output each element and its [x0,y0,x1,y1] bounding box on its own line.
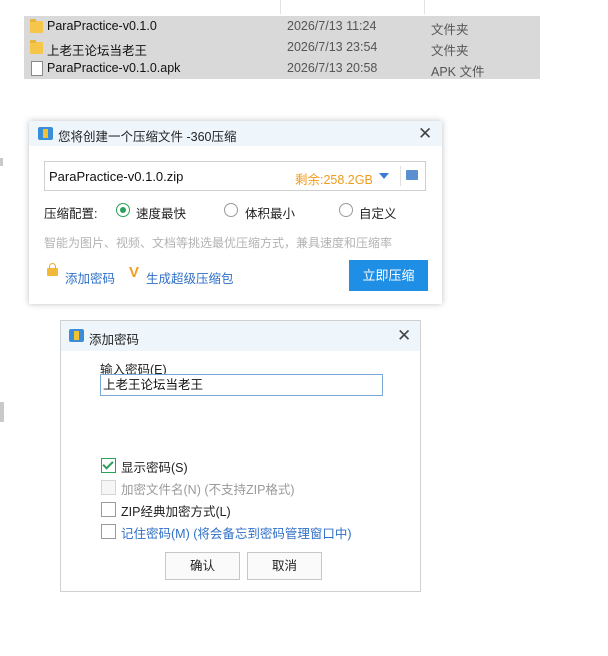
super-pack-link[interactable]: 生成超级压缩包 [146,268,234,287]
chevron-down-icon[interactable] [379,173,389,179]
remember-password-label[interactable]: 记住密码(M) (将会备忘到密码管理窗口中) [121,523,352,542]
app-logo-icon [69,329,84,342]
file-date: 2026/7/13 20:58 [287,61,378,75]
file-date: 2026/7/13 23:54 [287,40,378,54]
window-edge-mark [0,158,3,166]
folder-icon [30,19,43,33]
browse-folder-icon[interactable] [406,170,418,180]
file-name: 上老王论坛当老王 [47,44,148,58]
file-icon [31,61,43,76]
zip-classic-checkbox[interactable] [101,502,116,517]
show-password-label[interactable]: 显示密码(S) [121,457,188,476]
file-type: 文件夹 [431,23,469,37]
app-logo-icon [38,127,53,140]
compress-now-button[interactable]: 立即压缩 [349,260,428,291]
lock-icon [47,263,58,276]
file-row[interactable]: 上老王论坛当老王 2026/7/13 23:54 文件夹 [24,37,540,58]
compress-dialog: 您将创建一个压缩文件 -360压缩 ✕ ParaPractice-v0.1.0.… [29,121,442,304]
dialog-title: 您将创建一个压缩文件 -360压缩 [58,130,237,144]
radio-custom-label[interactable]: 自定义 [359,203,397,222]
free-space-label: 剩余:258.2GB [295,173,373,187]
zip-classic-label[interactable]: ZIP经典加密方式(L) [121,501,231,520]
folder-icon [30,40,43,54]
radio-smallest-label[interactable]: 体积最小 [245,203,295,222]
file-type: 文件夹 [431,44,469,58]
confirm-button[interactable]: 确认 [165,552,240,580]
file-name: ParaPractice-v0.1.0.apk [47,61,181,75]
dialog-title: 添加密码 [89,333,140,347]
radio-custom[interactable] [339,203,353,217]
file-row[interactable]: ParaPractice-v0.1.0 2026/7/13 11:24 文件夹 [24,16,540,37]
divider [400,166,401,186]
show-password-checkbox[interactable] [101,458,116,473]
dialog-title-bar[interactable]: 您将创建一个压缩文件 -360压缩 ✕ [29,121,442,146]
output-path-field[interactable]: ParaPractice-v0.1.0.zip 剩余:258.2GB [44,161,426,191]
cancel-button[interactable]: 取消 [247,552,322,580]
encrypt-filenames-label: 加密文件名(N) (不支持ZIP格式) [121,483,295,497]
close-icon[interactable]: ✕ [418,125,432,142]
output-filename[interactable]: ParaPractice-v0.1.0.zip [49,169,183,184]
file-name: ParaPractice-v0.1.0 [47,19,157,33]
file-row[interactable]: ParaPractice-v0.1.0.apk 2026/7/13 20:58 … [24,58,540,79]
scrollbar-edge[interactable] [0,402,4,422]
radio-fastest[interactable] [116,203,130,217]
add-password-link[interactable]: 添加密码 [65,268,115,287]
close-icon[interactable]: ✕ [397,327,411,344]
password-input[interactable]: 上老王论坛当老王 [100,374,383,396]
radio-fastest-label[interactable]: 速度最快 [136,203,186,222]
radio-smallest[interactable] [224,203,238,217]
file-date: 2026/7/13 11:24 [287,19,377,33]
column-separator[interactable] [424,0,425,14]
remember-password-checkbox[interactable] [101,524,116,539]
add-password-dialog: 添加密码 ✕ 输入密码(E) 上老王论坛当老王 显示密码(S) 加密文件名(N)… [60,320,421,592]
compress-hint: 智能为图片、视频、文档等挑选最优压缩方式，兼具速度和压缩率 [44,236,393,250]
config-label: 压缩配置: [44,207,98,221]
file-type: APK 文件 [431,65,485,79]
vip-icon: V [129,264,140,281]
column-separator[interactable] [280,0,281,14]
encrypt-filenames-checkbox[interactable] [101,480,116,495]
dialog-title-bar[interactable]: 添加密码 ✕ [61,321,420,351]
